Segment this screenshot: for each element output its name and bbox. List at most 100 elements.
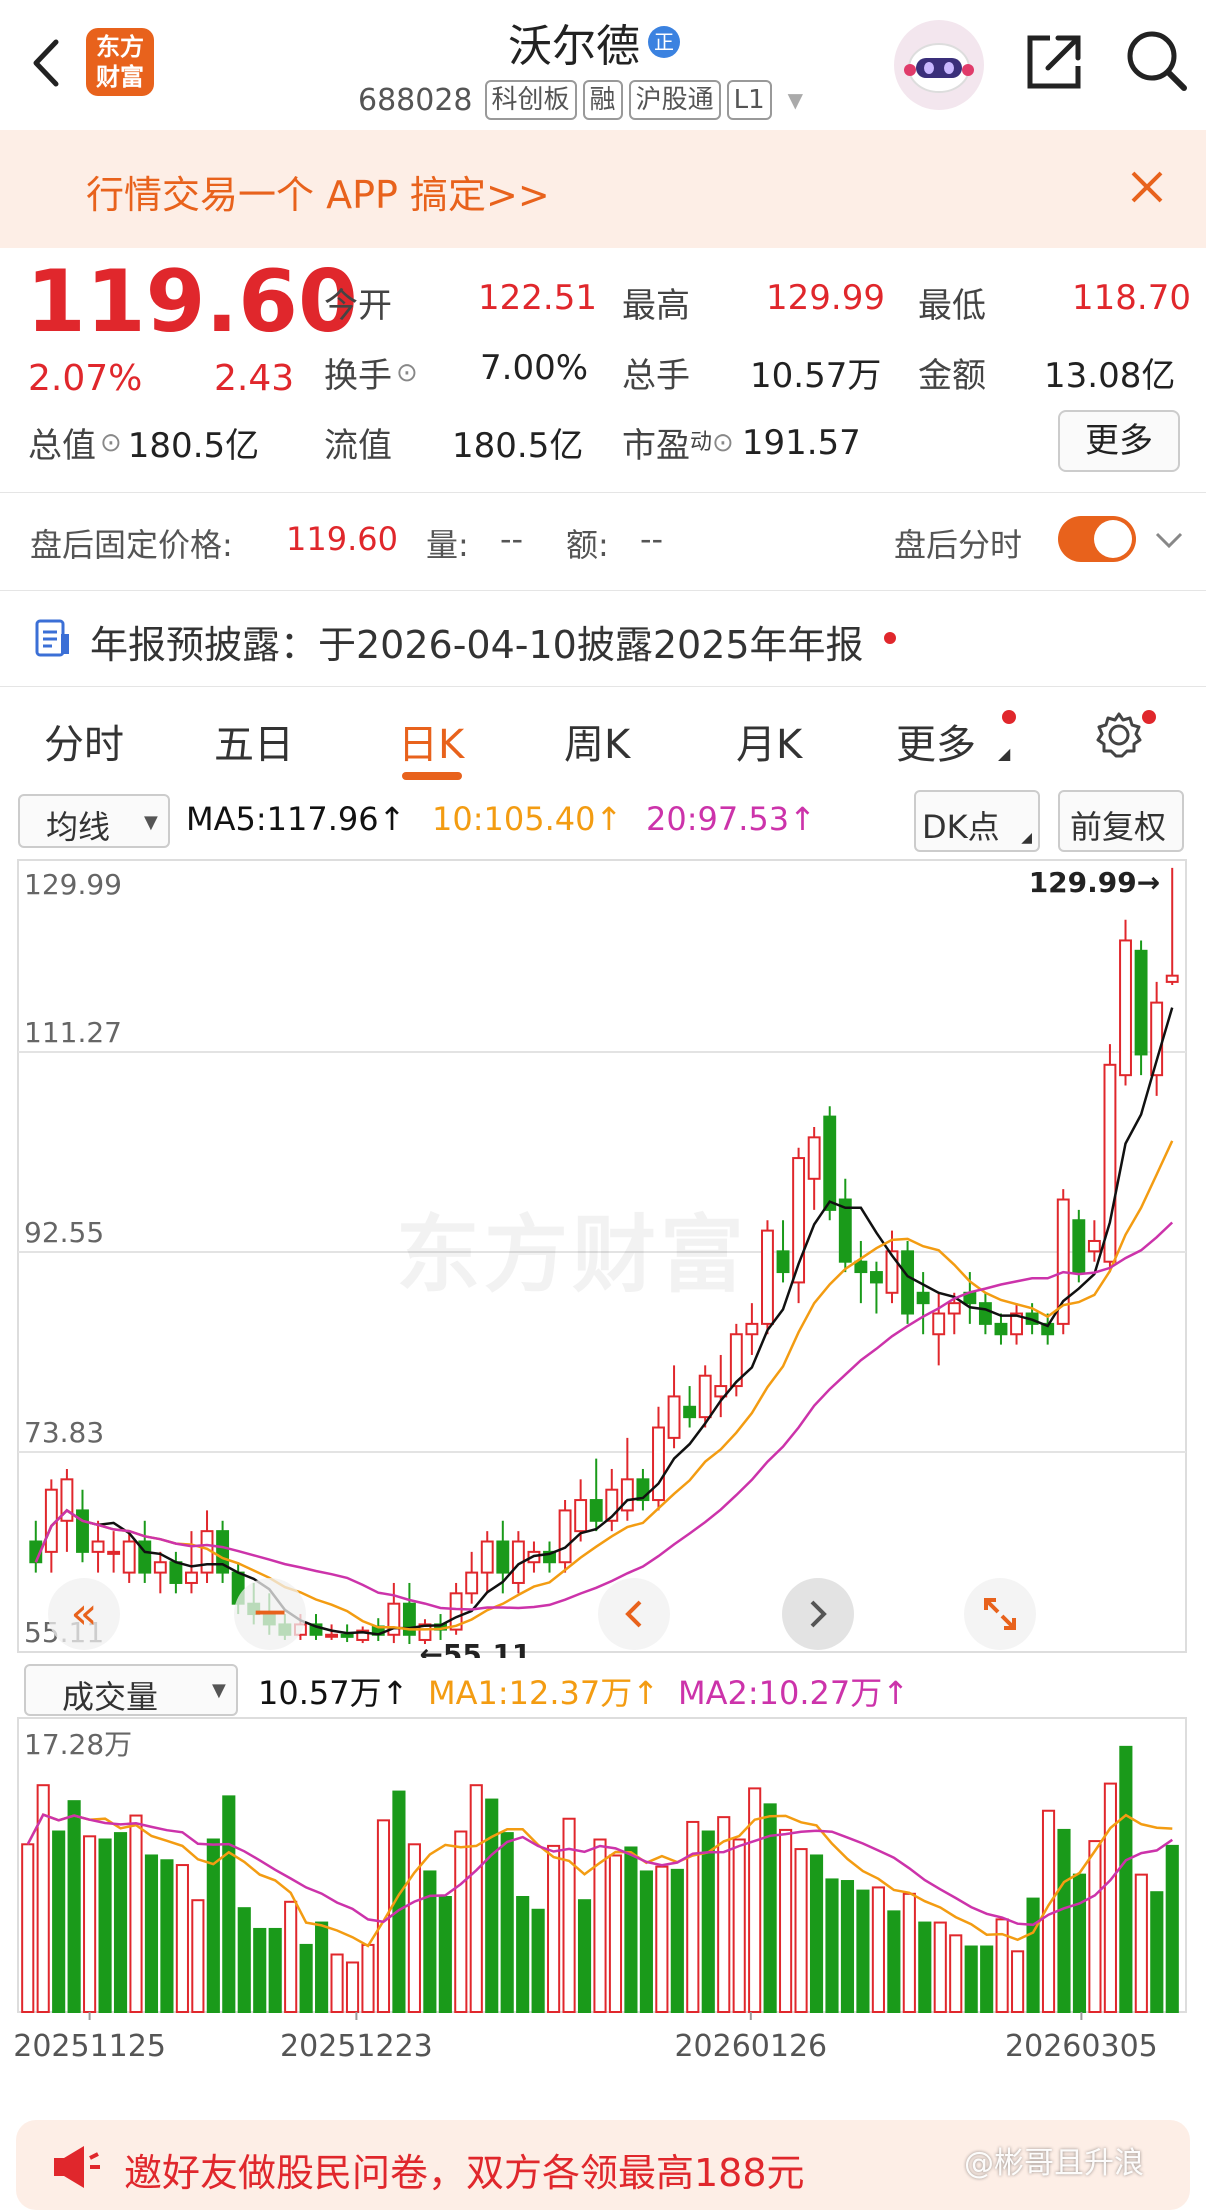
info-icon[interactable]: ⊙ <box>712 428 734 458</box>
volume-bar <box>36 1784 50 2013</box>
volume-bar <box>423 1870 437 2013</box>
tag-sh-connect: 沪股通 <box>628 80 721 120</box>
tab-weekly-k[interactable]: 周K <box>564 712 630 770</box>
volume-bar <box>1103 1782 1117 2013</box>
pe-label: 市盈 <box>622 426 690 466</box>
volume-bar <box>639 1870 653 2013</box>
volume-bar <box>655 1865 669 2013</box>
back-arrow-icon[interactable] <box>26 38 66 88</box>
volume-value: 10.57万 <box>750 356 882 396</box>
volume-bar <box>670 1868 684 2013</box>
annual-report-notice[interactable]: 年报预披露：于2026-04-10披露2025年年报 <box>90 614 864 669</box>
pe-value: 191.57 <box>741 422 861 463</box>
volume-bar <box>268 1927 282 2013</box>
candle <box>340 1633 354 1638</box>
y-tick-label: 129.99 <box>24 868 122 901</box>
divider <box>0 686 1206 687</box>
volume-bar <box>701 1830 715 2013</box>
search-icon[interactable] <box>1124 28 1190 94</box>
mktcap-value: 180.5亿 <box>127 426 260 466</box>
after-hours-vol-label: 量: <box>426 526 469 564</box>
after-hours-price-label: 盘后固定价格: <box>30 526 233 564</box>
tab-monthly-k[interactable]: 月K <box>736 712 802 770</box>
dropdown-caret-icon[interactable]: ▼ <box>788 88 803 112</box>
high-label: 最高 <box>622 286 690 326</box>
settings-dot <box>1142 710 1156 724</box>
active-tab-underline <box>402 772 462 780</box>
candle <box>869 1271 883 1284</box>
volume-bar <box>1134 1873 1148 2013</box>
adjust-button[interactable]: 前复权 <box>1058 790 1184 852</box>
fullscreen-icon[interactable] <box>964 1578 1036 1650</box>
candle <box>652 1426 665 1502</box>
turnover-label: 换手 <box>324 356 392 396</box>
volume-bar <box>964 1945 978 2013</box>
volume-bar <box>1072 1873 1087 2013</box>
volume-bar <box>918 1921 932 2013</box>
min-price-label: ←55.11 <box>419 1638 531 1658</box>
volume-bar <box>624 1846 638 2013</box>
promo-banner[interactable]: 行情交易一个 APP 搞定>> <box>0 130 1206 248</box>
volume-bar <box>547 1844 561 2013</box>
close-icon[interactable] <box>1130 170 1164 204</box>
candle <box>1119 939 1132 1077</box>
tab-more[interactable]: 更多 <box>896 712 976 770</box>
amount-label: 金额 <box>918 356 986 396</box>
chevron-down-icon[interactable] <box>1154 530 1184 550</box>
info-icon[interactable]: ⊙ <box>100 428 122 458</box>
turnover-value: 7.00% <box>480 348 589 388</box>
mktcap-label: 总值 <box>28 426 96 466</box>
info-icon[interactable]: ⊙ <box>396 358 418 388</box>
after-hours-amt-label: 额: <box>566 526 609 564</box>
robot-assistant-icon[interactable] <box>894 20 984 110</box>
x-tick-label: 20251223 <box>280 2029 433 2064</box>
share-icon[interactable] <box>1022 30 1086 94</box>
volume-bar <box>67 1800 81 2013</box>
candle <box>574 1499 588 1533</box>
y-tick-label: 92.55 <box>24 1216 104 1249</box>
chart-watermark: 东方财富 <box>396 1206 749 1304</box>
ma10-legend: 10:105.40↑ <box>432 800 623 838</box>
scroll-right-button[interactable] <box>782 1578 854 1650</box>
candle <box>683 1405 697 1419</box>
candle <box>480 1540 494 1574</box>
candle <box>1134 949 1148 1056</box>
certified-badge: 正 <box>648 26 680 58</box>
candle <box>1165 974 1179 983</box>
more-button[interactable]: 更多 <box>1058 410 1180 472</box>
tab-five-day[interactable]: 五日 <box>214 712 294 770</box>
candle <box>91 1540 105 1553</box>
volume-bar <box>144 1854 159 2013</box>
dk-point-button[interactable]: DK点 ◢ <box>914 790 1040 852</box>
vol-ma1-legend: MA1:12.37万↑ <box>428 1674 660 1712</box>
volume-bar <box>1057 1828 1071 2013</box>
candle <box>947 1302 961 1315</box>
candle <box>185 1571 198 1584</box>
scroll-left-button[interactable] <box>598 1578 670 1650</box>
settings-gear-icon[interactable] <box>1094 710 1144 760</box>
candle <box>776 1250 790 1274</box>
volume-bar <box>113 1832 128 2013</box>
volume-bar <box>577 1899 592 2013</box>
volume-bar <box>531 1908 545 2013</box>
volume-bar <box>253 1927 267 2013</box>
tab-timeshare[interactable]: 分时 <box>44 712 124 770</box>
volume-bar <box>160 1859 174 2013</box>
scroll-left-fast-button[interactable]: « <box>48 1578 120 1650</box>
tab-daily-k[interactable]: 日K <box>398 712 464 770</box>
candle <box>807 1136 821 1180</box>
tag-margin: 融 <box>582 80 623 120</box>
zoom-out-button[interactable]: − <box>234 1578 306 1650</box>
stock-code: 688028 <box>358 82 473 118</box>
volume-bar <box>825 1878 839 2013</box>
volume-chart[interactable]: 17.28万 20251125 20251223 20260126 20260305 <box>0 1716 1206 2076</box>
indicator-select[interactable]: 均线 ▼ <box>18 794 170 848</box>
volume-indicator-select[interactable]: 成交量 ▼ <box>24 1664 238 1716</box>
after-hours-toggle[interactable] <box>1058 516 1136 562</box>
vol-ma2-legend: MA2:10.27万↑ <box>678 1674 910 1712</box>
candle <box>994 1322 1008 1336</box>
divider <box>0 590 1206 591</box>
volume-bar <box>856 1889 870 2013</box>
high-value: 129.99 <box>766 278 885 318</box>
dropdown-caret-icon: ▼ <box>212 1680 226 1701</box>
